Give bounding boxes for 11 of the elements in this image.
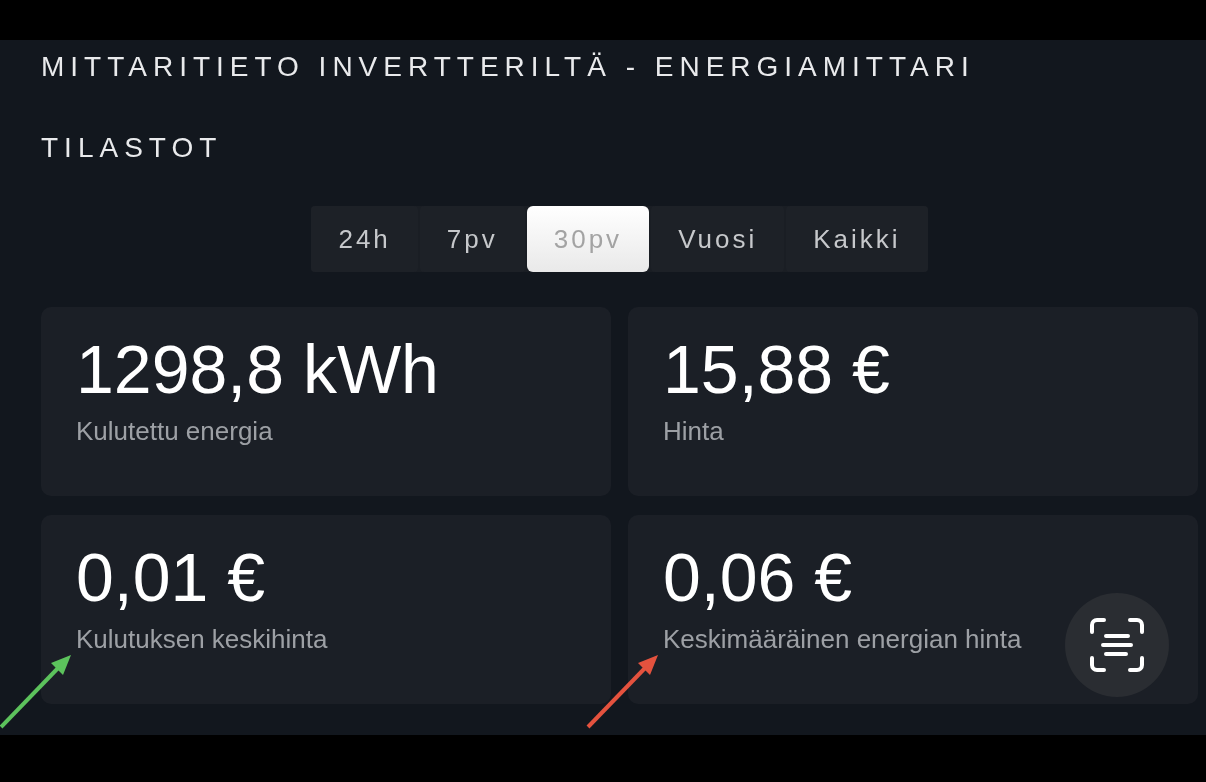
section-heading: TILASTOT (41, 131, 224, 165)
page-title: MITTARITIETO INVERTTERILTÄ - ENERGIAMITTARI (41, 50, 976, 84)
stat-value: 0,06 € (663, 543, 853, 611)
stat-value: 1298,8 kWh (76, 335, 439, 403)
stat-label: Kulutuksen keskihinta (76, 624, 328, 655)
stat-value: 15,88 € (663, 335, 890, 403)
scan-text-icon (1090, 618, 1144, 672)
stat-label: Kulutettu energia (76, 416, 273, 447)
stat-value: 0,01 € (76, 543, 266, 611)
stat-label: Keskimääräinen energian hinta (663, 624, 1022, 655)
stat-label: Hinta (663, 416, 724, 447)
